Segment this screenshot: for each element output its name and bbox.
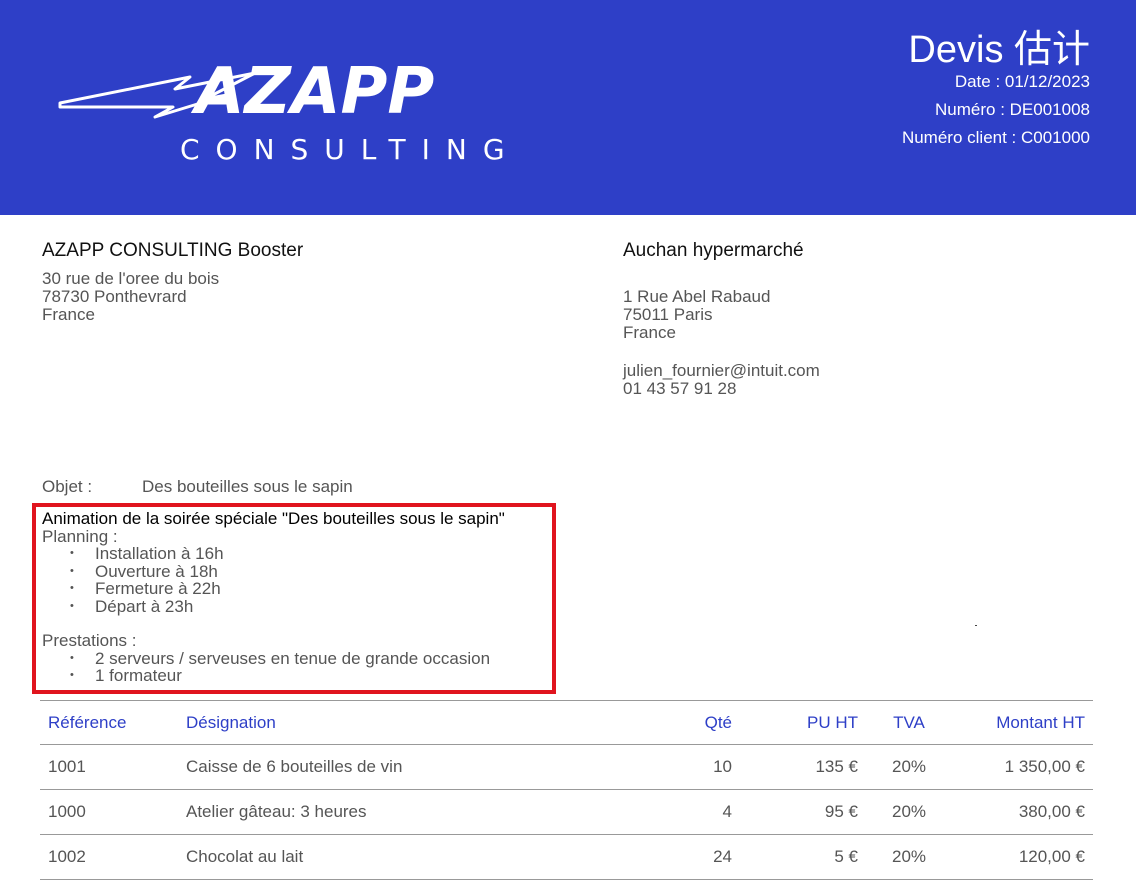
stray-mark [975,625,977,626]
cell-qty: 10 [664,744,740,790]
cell-unit-price: 135 € [740,744,866,790]
recipient-country: France [623,323,676,342]
sender-address-line2: 78730 Ponthevrard [42,287,187,306]
planning-list: Installation à 16h Ouverture à 18h Ferme… [42,545,505,615]
prestations-list: 2 serveurs / serveuses en tenue de grand… [42,649,505,685]
cell-reference: 1000 [40,789,178,835]
table-header-row: Référence Désignation Qté PU HT TVA Mont… [40,700,1093,745]
document-number: Numéro : DE001008 [935,100,1090,119]
description-title: Animation de la soirée spéciale "Des bou… [42,509,505,528]
cell-unit-price: 95 € [740,789,866,835]
cell-tva: 20% [866,834,952,880]
cell-amount: 120,00 € [952,834,1093,880]
cell-designation: Caisse de 6 bouteilles de vin [178,744,664,790]
cell-amount: 380,00 € [952,789,1093,835]
logo-subtext: CONSULTING [180,133,521,166]
sender-name: AZAPP CONSULTING Booster [42,240,304,261]
list-item: 2 serveurs / serveuses en tenue de grand… [70,649,505,668]
document-meta: Date : 01/12/2023 Numéro : DE001008 Numé… [902,68,1090,152]
cell-tva: 20% [866,789,952,835]
objet-line: Objet : Des bouteilles sous le sapin [42,477,353,497]
sender-address-line1: 30 rue de l'oree du bois [42,269,220,288]
col-header-designation: Désignation [178,700,664,745]
objet-label: Objet : [42,477,93,496]
cell-designation: Chocolat au lait [178,834,664,880]
list-item: Fermeture à 22h [70,580,505,598]
cell-reference: 1002 [40,834,178,880]
description-block: Animation de la soirée spéciale "Des bou… [42,510,505,685]
recipient-block: Auchan hypermarché 1 Rue Abel Rabaud 750… [623,240,820,398]
logo-wordmark: AZAPP [190,55,434,129]
table-row: 1001 Caisse de 6 bouteilles de vin 10 13… [40,744,1093,790]
col-header-tva: TVA [866,700,952,745]
client-number: Numéro client : C001000 [901,128,1090,147]
cell-amount: 1 350,00 € [952,744,1093,790]
list-item: Départ à 23h [70,597,505,616]
recipient-address-line1: 1 Rue Abel Rabaud [623,287,771,306]
prestations-label: Prestations : [42,631,137,650]
cell-reference: 1001 [40,744,178,790]
col-header-qty: Qté [664,700,740,745]
recipient-phone: 01 43 57 91 28 [623,379,737,398]
document-date: Date : 01/12/2023 [954,72,1090,91]
sender-country: France [42,305,95,324]
list-item: 1 formateur [70,667,505,685]
col-header-reference: Référence [40,700,178,745]
document-title: Devis 估计 [908,29,1090,71]
list-item: Ouverture à 18h [70,562,505,581]
recipient-address-line2: 75011 Paris [623,305,713,324]
cell-designation: Atelier gâteau: 3 heures [178,789,664,835]
table-row: 1000 Atelier gâteau: 3 heures 4 95 € 20%… [40,789,1093,835]
col-header-amount: Montant HT [952,700,1093,745]
objet-value: Des bouteilles sous le sapin [142,477,353,496]
planning-label: Planning : [42,526,118,546]
cell-qty: 24 [664,834,740,880]
table-row: 1002 Chocolat au lait 24 5 € 20% 120,00 … [40,834,1093,880]
cell-tva: 20% [866,744,952,790]
cell-unit-price: 5 € [740,834,866,880]
list-item: Installation à 16h [70,545,505,563]
items-table: Référence Désignation Qté PU HT TVA Mont… [40,700,1093,880]
col-header-unit-price: PU HT [740,700,866,745]
cell-qty: 4 [664,789,740,835]
recipient-name: Auchan hypermarché [623,240,804,261]
document-header: AZAPP CONSULTING Devis 估计 Date : 01/12/2… [0,0,1136,215]
recipient-email[interactable]: julien_fournier@intuit.com [623,362,820,380]
sender-block: AZAPP CONSULTING Booster 30 rue de l'ore… [42,240,304,324]
